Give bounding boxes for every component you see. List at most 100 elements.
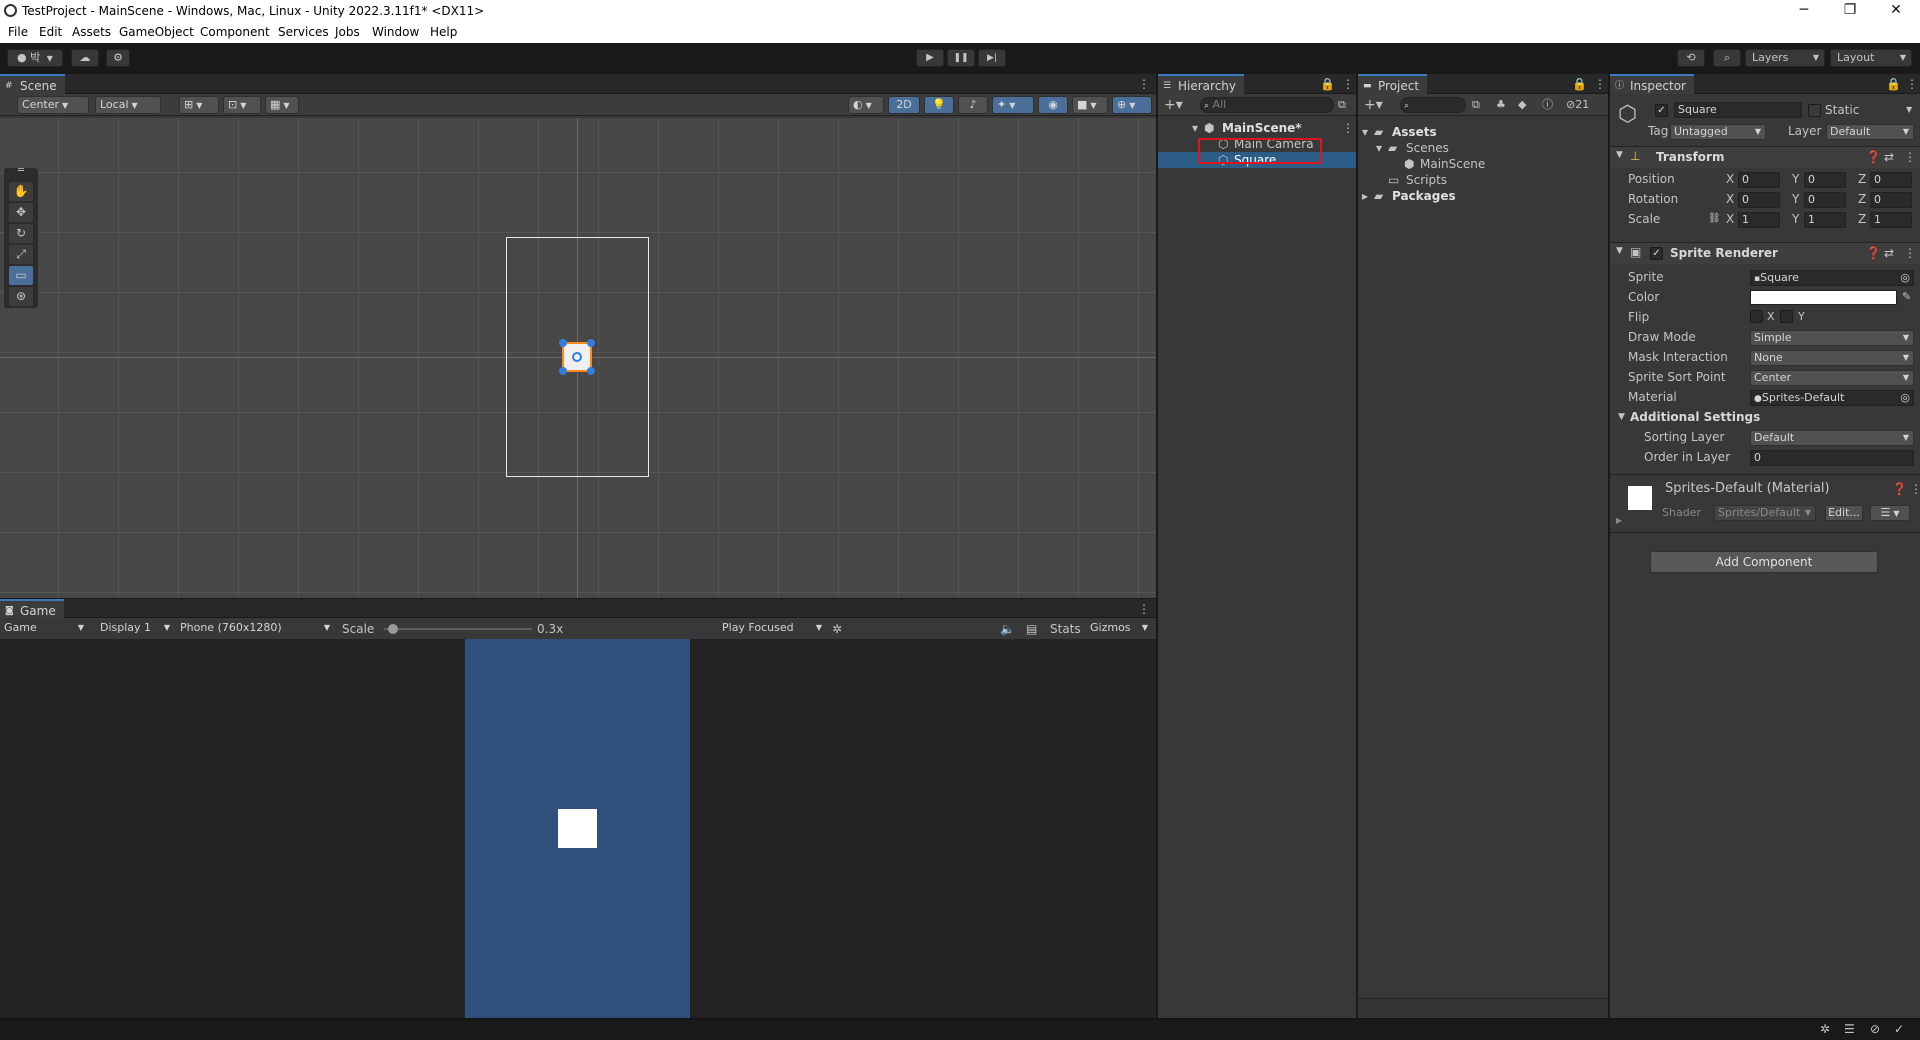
info-icon[interactable]: ⓘ: [1542, 96, 1553, 114]
layer-dropdown[interactable]: Default ▼: [1826, 124, 1914, 140]
debug-icon[interactable]: ✲: [1820, 1022, 1830, 1036]
chevron-down-icon[interactable]: ▼: [1906, 101, 1912, 119]
additional-settings-foldout[interactable]: Additional Settings: [1630, 408, 1760, 426]
active-checkbox[interactable]: ✓: [1655, 104, 1668, 117]
add-component-button[interactable]: Add Component: [1650, 551, 1878, 573]
position-z-field[interactable]: 0: [1870, 172, 1912, 188]
minimize-button[interactable]: ─: [1781, 0, 1827, 22]
project-search-input[interactable]: ⌕: [1400, 97, 1466, 113]
eyedropper-icon[interactable]: ✎: [1902, 288, 1911, 306]
kebab-menu-icon[interactable]: ⋮: [1342, 120, 1354, 136]
pause-button[interactable]: ❚❚: [947, 49, 975, 67]
game-view-dropdown[interactable]: Game ▼: [0, 620, 88, 638]
order-in-layer-field[interactable]: 0: [1750, 450, 1914, 466]
hand-tool-icon[interactable]: ✋: [9, 182, 33, 201]
rotate-tool-icon[interactable]: ↻: [9, 224, 33, 243]
menu-gameobject[interactable]: GameObject: [119, 25, 194, 39]
kebab-menu-icon[interactable]: ⋮: [1904, 150, 1916, 164]
move-tool-icon[interactable]: ✥: [9, 203, 33, 222]
scale-x-field[interactable]: 1: [1738, 212, 1780, 228]
toggle-2d-button[interactable]: 2D: [888, 96, 920, 114]
grid-snapping-button[interactable]: ⊞ ▼: [179, 96, 219, 114]
flip-x-checkbox[interactable]: [1750, 310, 1763, 323]
material-field[interactable]: ●Sprites-Default ◎: [1750, 390, 1914, 406]
help-icon[interactable]: ❓: [1866, 246, 1881, 260]
sort-point-dropdown[interactable]: Center ▼: [1750, 370, 1914, 386]
menu-jobs[interactable]: Jobs: [335, 25, 360, 39]
square-sprite[interactable]: [559, 339, 595, 375]
scene-visibility-icon[interactable]: ⧉: [1338, 96, 1346, 114]
undo-history-button[interactable]: ⟲: [1677, 49, 1705, 67]
tab-project[interactable]: ▬ Project: [1358, 74, 1428, 94]
search-by-label-icon[interactable]: ♣: [1496, 96, 1506, 114]
flip-y-checkbox[interactable]: [1780, 310, 1793, 323]
object-picker-icon[interactable]: ◎: [1900, 391, 1910, 405]
kebab-menu-icon[interactable]: ⋮: [1904, 246, 1916, 260]
tab-scene[interactable]: # Scene: [0, 74, 65, 94]
resolution-dropdown[interactable]: Phone (760x1280) ▼: [176, 620, 334, 638]
shader-dropdown[interactable]: Sprites/Default ▼: [1714, 505, 1816, 521]
menu-services[interactable]: Services: [278, 25, 329, 39]
scale-slider[interactable]: [384, 624, 532, 634]
account-button[interactable]: ● 박 ▼: [7, 49, 63, 67]
shader-options-button[interactable]: ☰ ▼: [1870, 505, 1910, 521]
layout-dropdown[interactable]: Layout ▼: [1830, 49, 1912, 67]
search-button[interactable]: ⌕: [1713, 49, 1741, 67]
transform-header[interactable]: ▼ ⊥ Transform ❓ ⇄ ⋮: [1610, 146, 1920, 168]
transform-tool-icon[interactable]: ⊛: [9, 287, 33, 306]
rotation-y-field[interactable]: 0: [1804, 192, 1846, 208]
scale-tool-icon[interactable]: ⤢: [9, 245, 33, 264]
menu-help[interactable]: Help: [430, 25, 457, 39]
tab-game[interactable]: ◙ Game: [0, 599, 64, 619]
lighting-toggle[interactable]: 💡: [924, 96, 954, 114]
grid-visibility-button[interactable]: ⊡ ▼: [223, 96, 261, 114]
lock-icon[interactable]: 🔒: [1886, 77, 1901, 91]
object-name-field[interactable]: Square: [1674, 102, 1802, 118]
menu-edit[interactable]: Edit: [39, 25, 62, 39]
hierarchy-search-input[interactable]: ⌕ All: [1200, 97, 1334, 113]
object-picker-icon[interactable]: ◎: [1900, 271, 1910, 285]
position-x-field[interactable]: 0: [1738, 172, 1780, 188]
auto-generate-lighting-icon[interactable]: ⊘: [1870, 1022, 1880, 1036]
collab-button[interactable]: ⚙: [106, 49, 130, 67]
play-focused-dropdown[interactable]: Play Focused ▼: [718, 620, 826, 638]
gizmos-toggle[interactable]: ⊕ ▼: [1112, 96, 1152, 114]
preset-icon[interactable]: ⇄: [1884, 150, 1894, 164]
preset-icon[interactable]: ⇄: [1884, 246, 1894, 260]
rotation-z-field[interactable]: 0: [1870, 192, 1912, 208]
stats-button[interactable]: Stats: [1050, 620, 1081, 638]
close-button[interactable]: ✕: [1873, 0, 1919, 22]
audio-toggle[interactable]: ♪: [958, 96, 988, 114]
help-icon[interactable]: ❓: [1892, 480, 1907, 498]
draw-mode-button[interactable]: ◐ ▼: [848, 96, 884, 114]
kebab-menu-icon[interactable]: ⋮: [1594, 77, 1606, 91]
draw-mode-dropdown[interactable]: Simple ▼: [1750, 330, 1914, 346]
increment-snap-button[interactable]: ▦ ▼: [265, 96, 299, 114]
rect-handle[interactable]: [587, 367, 595, 375]
sprite-renderer-header[interactable]: ▼ ▣ ✓ Sprite Renderer ❓ ⇄ ⋮: [1610, 242, 1920, 264]
menu-component[interactable]: Component: [200, 25, 270, 39]
add-object-icon[interactable]: +▾: [1164, 96, 1183, 114]
kebab-menu-icon[interactable]: ⋮: [1910, 480, 1920, 498]
tag-dropdown[interactable]: Untagged ▼: [1670, 124, 1766, 140]
create-asset-icon[interactable]: +▾: [1364, 96, 1383, 114]
rect-handle[interactable]: [559, 339, 567, 347]
rect-handle[interactable]: [559, 367, 567, 375]
space-dropdown[interactable]: Local ▼: [95, 96, 161, 114]
layers-icon[interactable]: ☰: [1844, 1022, 1855, 1036]
lock-icon[interactable]: 🔒: [1320, 77, 1335, 91]
component-enabled-checkbox[interactable]: ✓: [1650, 247, 1663, 260]
effects-toggle[interactable]: ✦ ▼: [992, 96, 1034, 114]
kebab-menu-icon[interactable]: ⋮: [1138, 77, 1150, 91]
sprite-field[interactable]: ▪Square ◎: [1750, 270, 1914, 286]
overlay-grip-icon[interactable]: ═: [9, 166, 33, 176]
gizmos-dropdown[interactable]: Gizmos ▼: [1086, 620, 1152, 638]
color-swatch[interactable]: [1750, 290, 1897, 305]
menu-assets[interactable]: Assets: [72, 25, 111, 39]
tab-inspector[interactable]: ⓘ Inspector: [1610, 74, 1694, 94]
scene-viewport[interactable]: ═ ✋ ✥ ↻ ⤢ ▭ ⊛: [0, 118, 1156, 598]
scale-z-field[interactable]: 1: [1870, 212, 1912, 228]
display-dropdown[interactable]: Display 1 ▼: [96, 620, 174, 638]
kebab-menu-icon[interactable]: ⋮: [1342, 77, 1354, 91]
scale-slider-knob[interactable]: [388, 624, 398, 634]
